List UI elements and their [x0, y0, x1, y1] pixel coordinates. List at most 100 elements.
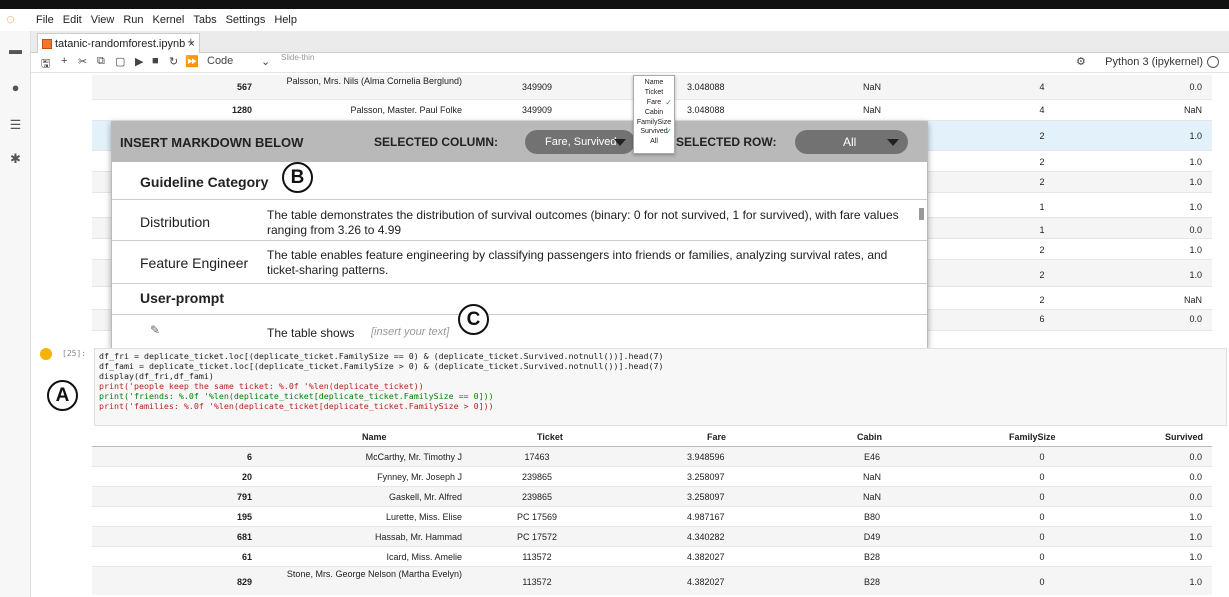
tab-notebook[interactable]: tatanic-randomforest.ipynb ×: [37, 33, 200, 53]
cell-familysize: 2: [1039, 295, 1045, 305]
annotation-badge-a: A: [47, 380, 78, 411]
new-tab-button[interactable]: +: [187, 34, 195, 49]
kernel-name[interactable]: Python 3 (ipykernel): [1105, 56, 1203, 68]
row-select-value: All: [843, 135, 857, 149]
row-index: 681: [236, 532, 252, 542]
cell-survived: 1.0: [1189, 131, 1202, 141]
folder-icon[interactable]: ▬: [9, 43, 22, 56]
user-prompt-label: User-prompt: [140, 290, 225, 306]
cell-name: Gaskell, Mr. Alfred: [388, 492, 462, 502]
table-row: 791 Gaskell, Mr. Alfred 239865 3.258097 …: [92, 487, 1212, 507]
cell-fare: 4.987167: [687, 512, 725, 522]
copy-icon[interactable]: ⧉: [97, 55, 105, 68]
cell-familysize: 2: [1039, 270, 1045, 280]
menu-item-name[interactable]: Name: [634, 78, 674, 87]
annotation-badge-b: B: [282, 162, 313, 193]
menu-item-fare-label: Fare: [646, 99, 662, 106]
menu-edit[interactable]: Edit: [63, 14, 82, 26]
cell-name: McCarthy, Mr. Timothy J: [365, 452, 462, 462]
prompt-input[interactable]: [insert your text]: [371, 326, 449, 338]
paste-icon[interactable]: ▢: [115, 55, 125, 68]
menu-tabs[interactable]: Tabs: [193, 14, 216, 26]
row-index: 20: [241, 472, 252, 482]
cell-survived: 0.0: [1189, 314, 1202, 324]
slide-type-partial: Slide-thin: [281, 53, 315, 62]
lightbulb-icon[interactable]: [40, 348, 52, 360]
check-icon: ✓: [665, 127, 672, 136]
toc-icon[interactable]: ☰: [9, 118, 22, 131]
cell-type-select[interactable]: Code: [207, 55, 233, 67]
menu-item-fare[interactable]: Fare ✓: [634, 98, 674, 107]
cell-ticket: 113572: [522, 552, 552, 562]
cell-fare: 4.382027: [687, 552, 725, 562]
row-index: 791: [236, 492, 252, 502]
menu-item-cabin[interactable]: Cabin: [634, 108, 674, 117]
header-ticket: Ticket: [537, 432, 563, 442]
menu-item-ticket[interactable]: Ticket: [634, 88, 674, 97]
column-select[interactable]: Fare, Survived: [525, 130, 635, 154]
cell-survived: 1.0: [1189, 177, 1202, 187]
menu-file[interactable]: File: [36, 14, 54, 26]
selected-column-label: SELECTED COLUMN:: [374, 135, 498, 149]
row-index: 567: [236, 82, 252, 92]
menu-settings[interactable]: Settings: [226, 14, 266, 26]
cell-cabin: NaN: [862, 82, 881, 92]
table-row: 20 Fynney, Mr. Joseph J 239865 3.258097 …: [92, 467, 1212, 487]
gear-icon[interactable]: ⚙: [1076, 55, 1086, 68]
guideline-row-feature-engineer[interactable]: Feature Engineer The table enables featu…: [112, 240, 927, 283]
run-icon[interactable]: ▶: [135, 55, 143, 68]
code-line: print('friends: %.0f '%len(deplicate_tic…: [99, 391, 494, 401]
prompt-input-row[interactable]: ✎ The table shows [insert your text]: [112, 314, 927, 348]
menu-item-familysize[interactable]: FamilySize: [634, 118, 674, 127]
dropdown-arrow-icon: [614, 139, 626, 146]
cell-familysize: 0: [1039, 577, 1045, 587]
cell-cabin: D49: [863, 532, 881, 542]
save-icon[interactable]: 🖫: [41, 55, 50, 74]
add-cell-icon[interactable]: +: [61, 55, 67, 67]
cell-cabin: B80: [863, 512, 880, 522]
cell-cabin: NaN: [862, 472, 881, 482]
stop-icon[interactable]: ■: [152, 55, 159, 67]
header-name: Name: [362, 432, 387, 442]
cell-familysize: 0: [1039, 512, 1045, 522]
cell-familysize: 0: [1039, 532, 1045, 542]
cell-familysize: 2: [1039, 177, 1045, 187]
cell-fare: 3.048088: [687, 105, 725, 115]
table-row: 681 Hassab, Mr. Hammad PC 17572 4.340282…: [92, 527, 1212, 547]
cut-icon[interactable]: ✂: [78, 55, 87, 68]
extension-icon[interactable]: ✱: [9, 152, 22, 165]
cell-survived: 1.0: [1189, 245, 1202, 255]
menu-item-survived[interactable]: Survived ✓: [634, 127, 674, 136]
menu-help[interactable]: Help: [274, 14, 297, 26]
cell-cabin: NaN: [862, 105, 881, 115]
header-familysize: FamilySize: [1009, 432, 1056, 442]
cell-ticket: 113572: [522, 577, 552, 587]
code-line: print('families: %.0f '%len(deplicate_ti…: [99, 401, 494, 411]
check-icon: ✓: [665, 98, 672, 107]
cell-name: Stone, Mrs. George Nelson (Martha Evelyn…: [286, 569, 462, 579]
cell-survived: 1.0: [1189, 577, 1202, 587]
code-cell-editor[interactable]: df_fri = deplicate_ticket.loc[(deplicate…: [94, 348, 1227, 426]
cell-familysize: 0: [1039, 492, 1045, 502]
scrollbar-thumb[interactable]: [919, 208, 924, 220]
row-select[interactable]: All: [795, 130, 908, 154]
restart-icon[interactable]: ↻: [169, 55, 178, 68]
cell-familysize: 1: [1039, 202, 1045, 212]
cell-familysize: 4: [1039, 82, 1045, 92]
header-cabin: Cabin: [857, 432, 883, 442]
kernel-status-icon: [1207, 56, 1219, 68]
category-description: The table demonstrates the distribution …: [267, 208, 899, 237]
menu-view[interactable]: View: [91, 14, 115, 26]
code-line: print('people keep the same ticket: %.0f…: [99, 381, 424, 391]
top-border: [0, 0, 1229, 9]
jupyter-logo-icon: ◌: [6, 11, 15, 28]
pencil-icon[interactable]: ✎: [150, 323, 160, 337]
chevron-down-icon[interactable]: ⌄: [261, 55, 270, 68]
menu-run[interactable]: Run: [123, 14, 143, 26]
menu-kernel[interactable]: Kernel: [153, 14, 185, 26]
cell-survived: 1.0: [1189, 552, 1202, 562]
menu-item-all[interactable]: All: [634, 137, 674, 146]
running-icon[interactable]: ●: [9, 81, 22, 94]
guideline-row-distribution[interactable]: Distribution The table demonstrates the …: [112, 199, 927, 240]
fast-forward-icon[interactable]: ⏩: [185, 55, 199, 68]
